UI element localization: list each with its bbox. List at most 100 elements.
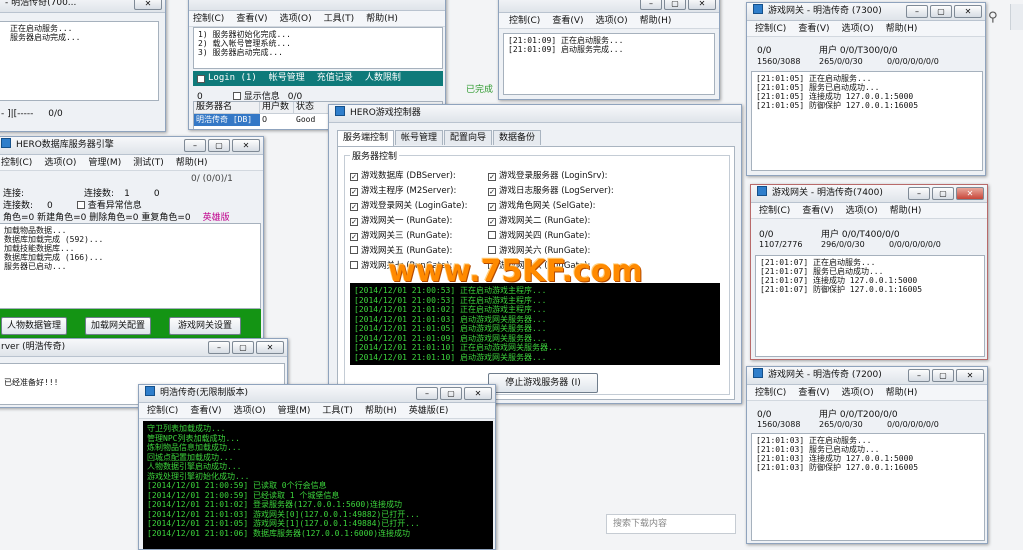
menu-item[interactable]: 查看(V) — [798, 24, 829, 34]
close-button[interactable]: ✕ — [256, 341, 284, 354]
menu-item[interactable]: 帮助(H) — [365, 406, 397, 416]
tab-login[interactable]: Login (1) — [208, 73, 257, 83]
component-checkbox[interactable]: ✓ — [350, 203, 358, 211]
component-checkbox[interactable]: ✓ — [350, 188, 358, 196]
close-button[interactable]: ✕ — [956, 369, 984, 382]
menu-item[interactable]: 选项(O) — [842, 24, 874, 34]
close-button[interactable]: ✕ — [956, 187, 984, 200]
component-checkbox[interactable]: ✓ — [350, 233, 358, 241]
tab-server-control[interactable]: 服务端控制 — [337, 130, 395, 146]
tab-account-management[interactable]: 帐号管理 — [395, 130, 444, 145]
menu-item[interactable]: 帮助(H) — [176, 158, 208, 168]
menu-item[interactable]: 管理(M) — [88, 158, 121, 168]
component-checkbox[interactable] — [350, 261, 358, 269]
server-component-row[interactable]: ✓ 游戏网关二 (RunGate): — [488, 214, 614, 229]
menu-item[interactable]: 查看(V) — [802, 206, 833, 216]
maximize-button[interactable]: ▢ — [208, 139, 230, 152]
menu-item[interactable]: 控制(C) — [509, 16, 540, 26]
server-component-row[interactable]: ✓ 游戏日志服务器 (LogServer): — [488, 184, 614, 199]
view-errors-checkbox[interactable] — [76, 201, 85, 209]
minimize-button[interactable]: – — [906, 5, 928, 18]
minimize-button[interactable]: – — [640, 0, 662, 10]
menu-item[interactable]: 帮助(H) — [886, 24, 918, 34]
column-header[interactable]: 状态 — [294, 102, 324, 113]
menu-item[interactable]: 帮助(H) — [886, 388, 918, 398]
tab-config-wizard[interactable]: 配置向导 — [444, 130, 493, 145]
menu-item[interactable]: 工具(T) — [322, 406, 353, 416]
server-component-row[interactable]: ✓ 游戏网关一 (RunGate): — [350, 214, 468, 229]
show-info-checkbox[interactable] — [232, 92, 241, 100]
tab-recharge[interactable]: 充值记录 — [317, 73, 353, 83]
menu-item[interactable]: 选项(O) — [842, 388, 874, 398]
server-component-row[interactable]: ✓ 游戏登录网关 (LoginGate): — [350, 199, 468, 214]
maximize-button[interactable]: ▢ — [932, 187, 954, 200]
menu-item[interactable]: 查看(V) — [236, 14, 267, 24]
menu-item[interactable]: 选项(O) — [596, 16, 628, 26]
column-header[interactable]: 服务器名 — [194, 102, 260, 113]
component-checkbox[interactable]: ✓ — [350, 173, 358, 181]
load-gateway-config-button[interactable]: 加载网关配置 — [85, 317, 151, 335]
menu-item[interactable]: 帮助(H) — [890, 206, 922, 216]
minimize-button[interactable]: – — [908, 187, 930, 200]
menu-item[interactable]: 选项(O) — [234, 406, 266, 416]
menu-item[interactable]: 帮助(H) — [640, 16, 672, 26]
minimize-button[interactable]: – — [208, 341, 230, 354]
log-pane: [21:01:07] 正在启动服务... [21:01:07] 服务已启动成功.… — [755, 255, 985, 357]
close-button[interactable]: ✕ — [232, 139, 260, 152]
close-button[interactable]: ✕ — [134, 0, 162, 10]
server-component-row[interactable]: ✓ 游戏主程序 (M2Server): — [350, 184, 468, 199]
menu-item[interactable]: 控制(C) — [193, 14, 224, 24]
menu-item[interactable]: 查看(V) — [798, 388, 829, 398]
character-data-button[interactable]: 人物数据管理 — [1, 317, 67, 335]
menu-item[interactable]: 工具(T) — [324, 14, 355, 24]
menu-item[interactable]: 控制(C) — [1, 158, 32, 168]
component-checkbox[interactable] — [488, 231, 496, 239]
search-downloads-input[interactable]: 搜索下载内容 — [606, 514, 736, 534]
server-component-row[interactable]: ✓ 游戏网关三 (RunGate): — [350, 229, 468, 244]
game-gateway-settings-button[interactable]: 游戏网关设置 — [169, 317, 241, 335]
component-checkbox[interactable]: ✓ — [488, 173, 496, 181]
menu-item[interactable]: 选项(O) — [44, 158, 76, 168]
menu-item[interactable]: 选项(O) — [846, 206, 878, 216]
component-checkbox[interactable]: ✓ — [488, 218, 496, 226]
tab-limit[interactable]: 人数限制 — [365, 73, 401, 83]
minimize-button[interactable]: – — [184, 139, 206, 152]
maximize-button[interactable]: ▢ — [664, 0, 686, 10]
minimize-button[interactable]: – — [416, 387, 438, 400]
component-checkbox[interactable]: ✓ — [488, 188, 496, 196]
maximize-button[interactable]: ▢ — [932, 369, 954, 382]
component-checkbox[interactable] — [350, 246, 358, 254]
menu-item[interactable]: 控制(C) — [759, 206, 790, 216]
minimize-button[interactable]: – — [908, 369, 930, 382]
menu-item[interactable]: 测试(T) — [133, 158, 164, 168]
tab-accounts[interactable]: 帐号管理 — [269, 73, 305, 83]
menu-item[interactable]: 查看(V) — [552, 16, 583, 26]
tab-data-backup[interactable]: 数据备份 — [493, 130, 542, 145]
menu-item[interactable]: 英雄版(E) — [409, 406, 449, 416]
login-checkbox[interactable]: ✓ — [197, 75, 205, 83]
menu-item[interactable]: 查看(V) — [190, 406, 221, 416]
menu-item[interactable]: 控制(C) — [755, 388, 786, 398]
menu-item[interactable]: 管理(M) — [278, 406, 311, 416]
menu-item[interactable]: 帮助(H) — [366, 14, 398, 24]
server-component-row[interactable]: ✓ 游戏数据库 (DBServer): — [350, 169, 468, 184]
menu-item[interactable]: 选项(O) — [280, 14, 312, 24]
maximize-button[interactable]: ▢ — [440, 387, 462, 400]
component-checkbox[interactable]: ✓ — [488, 203, 496, 211]
menu-item[interactable]: 控制(C) — [755, 24, 786, 34]
component-checkbox[interactable] — [488, 246, 496, 254]
component-checkbox[interactable]: ✓ — [350, 218, 358, 226]
console-line: [2014/12/01 21:01:10] 正在启动游戏网关服务器... — [354, 343, 563, 352]
close-button[interactable]: ✕ — [954, 5, 982, 18]
server-component-row[interactable]: ✓ 游戏登录服务器 (LoginSrv): — [488, 169, 614, 184]
maximize-button[interactable]: ▢ — [930, 5, 952, 18]
server-component-row[interactable]: ✓ 游戏角色网关 (SelGate): — [488, 199, 614, 214]
menu-item[interactable]: 控制(C) — [147, 406, 178, 416]
maximize-button[interactable]: ▢ — [232, 341, 254, 354]
server-component-row[interactable]: 游戏网关四 (RunGate): — [488, 229, 614, 244]
column-header[interactable]: 用户数 — [260, 102, 294, 113]
stop-server-button[interactable]: 停止游戏服务器 (I) — [488, 373, 598, 393]
search-icon[interactable]: ⚲ — [988, 10, 1002, 25]
close-button[interactable]: ✕ — [464, 387, 492, 400]
close-button[interactable]: ✕ — [688, 0, 716, 10]
